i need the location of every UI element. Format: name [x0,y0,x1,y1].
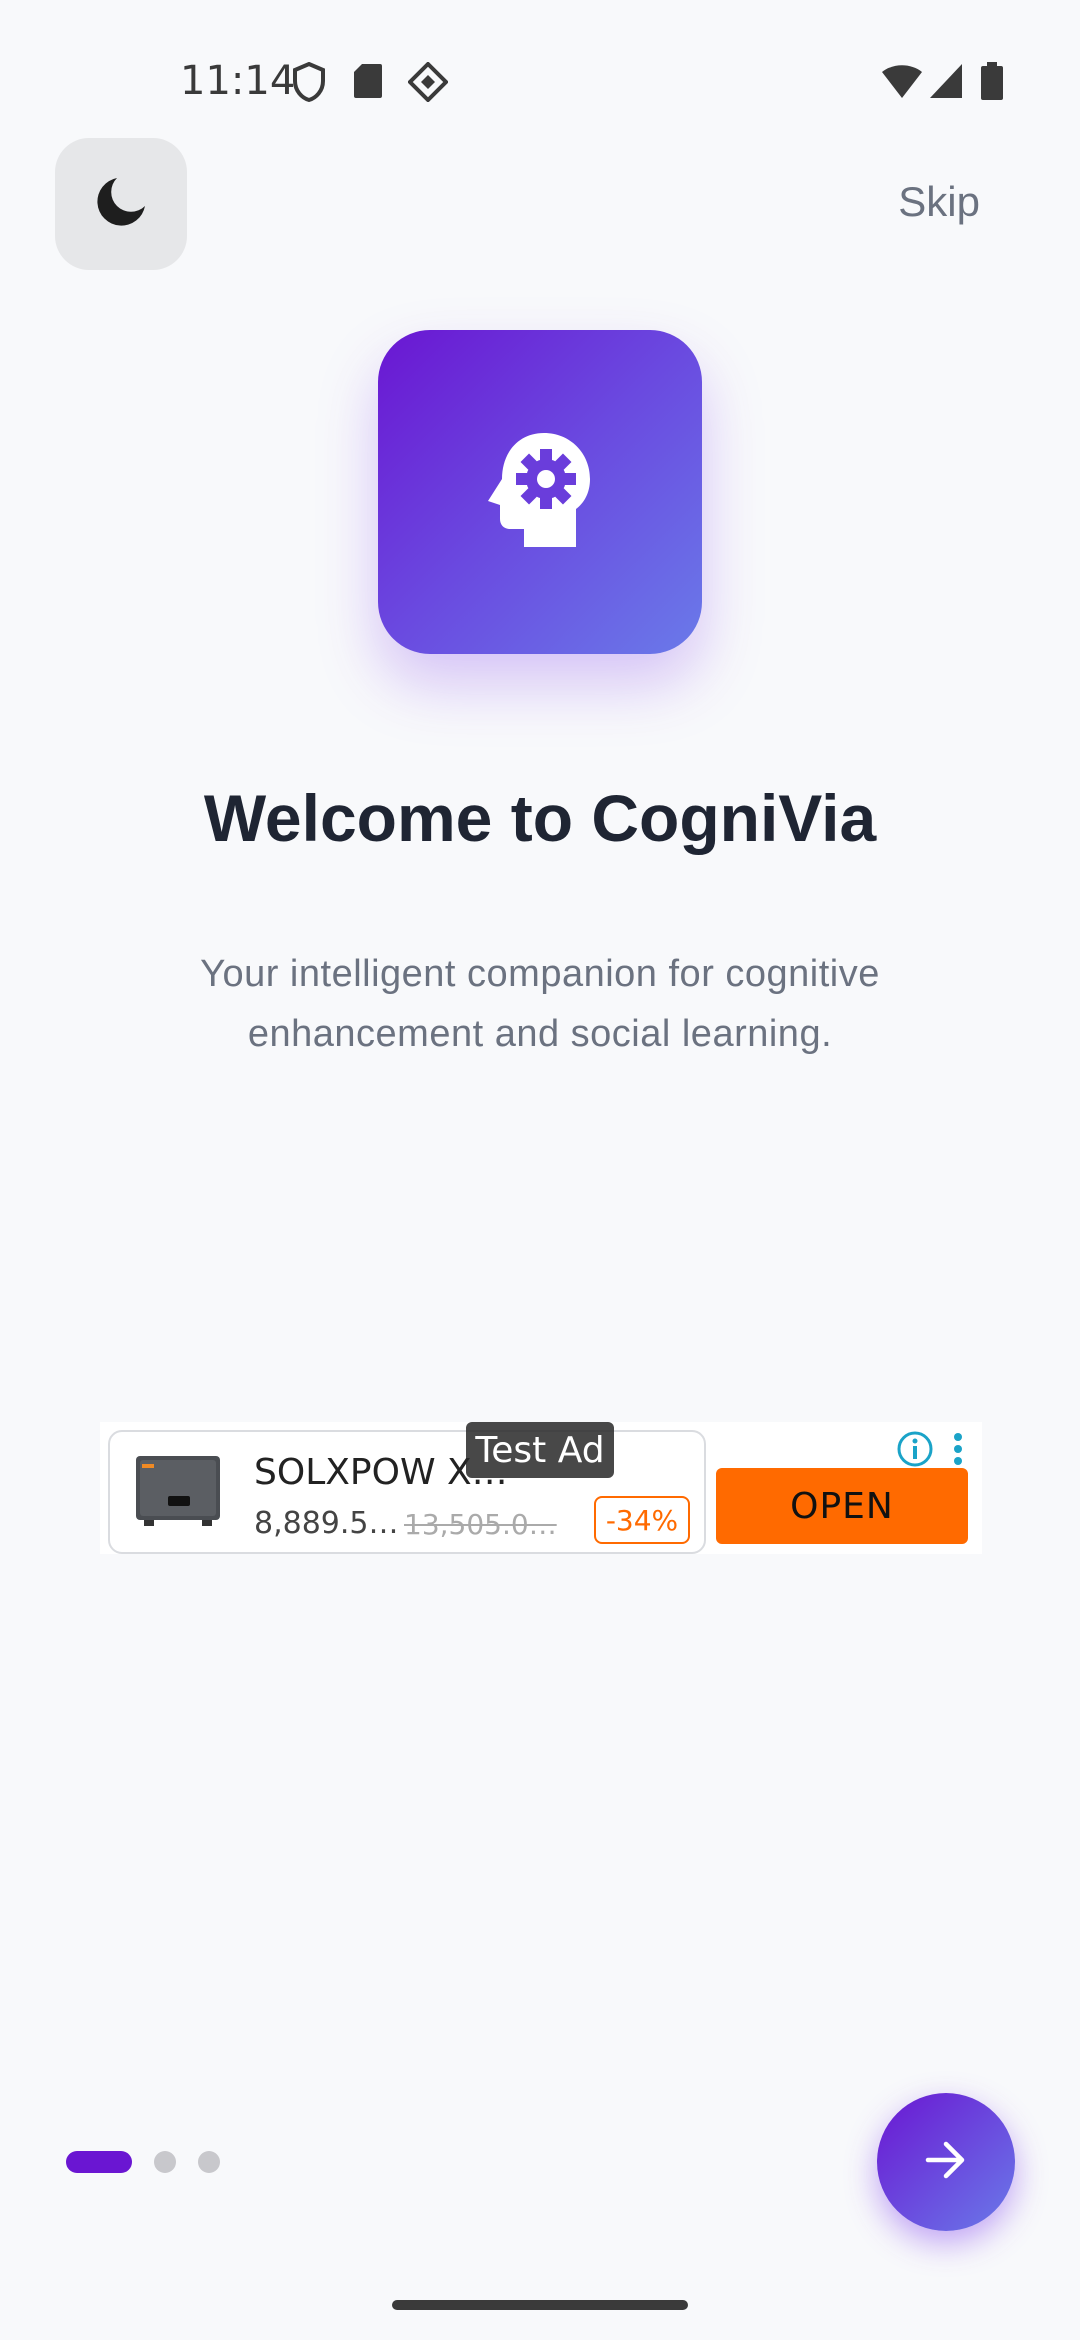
ad-old-price: 13,505.0… [404,1508,557,1541]
sd-card-icon [352,62,384,105]
welcome-subtitle: Your intelligent companion for cognitive… [200,953,880,1055]
page-dot [154,2151,176,2173]
page-dot [198,2151,220,2173]
head-gear-icon [484,429,596,556]
wifi-icon [880,62,924,105]
welcome-title: Welcome to CogniVia [203,781,877,855]
theme-toggle-button[interactable] [55,138,187,270]
ad-discount-badge: -34% [594,1496,690,1544]
product-thumbnail [136,1456,220,1526]
more-options-icon[interactable] [952,1432,964,1471]
next-button[interactable] [877,2093,1015,2231]
test-ad-label: Test Ad [466,1422,614,1478]
info-icon[interactable] [896,1430,934,1473]
ad-product-card[interactable]: SOLXPOW X… 8,889.5… 13,505.0… -34% [108,1430,706,1554]
moon-icon [93,174,149,235]
status-time: 11:14 [180,58,296,104]
arrow-right-icon [924,2140,968,2185]
ad-price: 8,889.5… [254,1506,399,1541]
app-logo [378,330,702,654]
home-indicator[interactable] [392,2300,688,2310]
battery-icon [980,62,1004,105]
page-indicator [66,2150,242,2174]
shield-icon [292,61,326,107]
page-dot-active [66,2151,132,2173]
onboarding-screen: 11:14 Skip Welcome to CogniVia Your inte… [0,0,1080,2340]
skip-button[interactable]: Skip [898,178,980,226]
ad-open-button[interactable]: OPEN [716,1468,968,1544]
diamond-grid-icon [407,61,449,107]
signal-icon [928,62,964,105]
status-bar: 11:14 [0,0,1080,140]
